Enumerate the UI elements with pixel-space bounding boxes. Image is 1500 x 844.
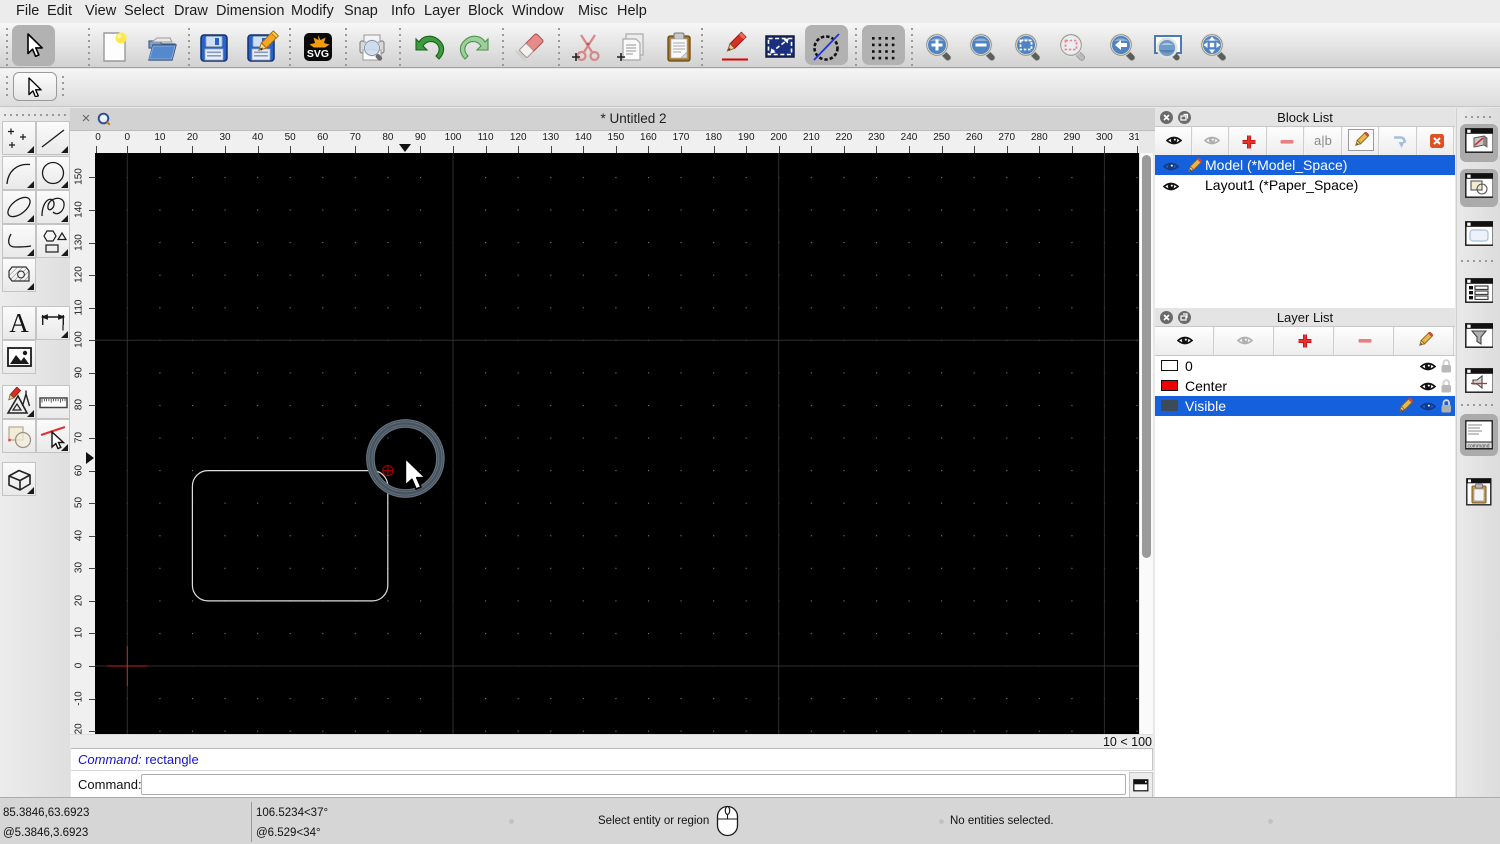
svg-text:command: command bbox=[1468, 443, 1490, 449]
svg-text:SVG: SVG bbox=[307, 48, 329, 60]
svg-text:A: A bbox=[9, 308, 29, 338]
